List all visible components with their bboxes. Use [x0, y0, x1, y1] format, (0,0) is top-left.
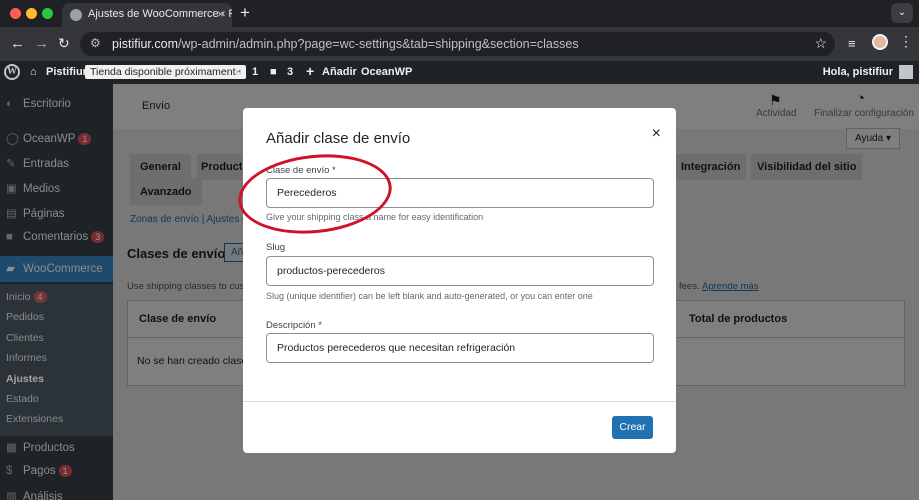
- sidebar-item-comentarios[interactable]: ■ Comentarios 3: [6, 231, 105, 243]
- comments-badge: 3: [91, 231, 105, 243]
- tab-title: Ajustes de WooCommerce ‹ P: [88, 8, 232, 20]
- create-button[interactable]: Crear: [612, 416, 653, 439]
- profile-avatar[interactable]: [872, 34, 888, 50]
- maximize-window-button[interactable]: [42, 8, 53, 19]
- submenu-inicio[interactable]: Inicio 4: [6, 291, 47, 303]
- chart-icon: ▥: [6, 491, 17, 500]
- dashboard-icon: ◐: [6, 98, 13, 110]
- site-info-icon[interactable]: ⚙: [90, 36, 101, 50]
- slug-help-text: Slug (unique identifier) can be left bla…: [266, 291, 593, 301]
- sidebar-item-oceanwp[interactable]: ◯ OceanWP 1: [6, 131, 92, 145]
- sidebar-item-analisis[interactable]: ▥ Análisis: [6, 489, 63, 500]
- url-path: /wp-admin/admin.php?page=wc-settings&tab…: [178, 37, 579, 51]
- oceanwp-link[interactable]: OceanWP: [361, 66, 412, 78]
- browser-tab-bar: Ajustes de WooCommerce ‹ P × + ⌄: [0, 0, 919, 27]
- description-label: Descripción *: [266, 320, 322, 331]
- comment-icon: ■: [6, 231, 13, 243]
- description-input[interactable]: Productos perecederos que necesitan refr…: [266, 333, 654, 363]
- submenu-ajustes[interactable]: Ajustes: [6, 373, 44, 385]
- oceanwp-badge: 1: [78, 133, 92, 145]
- modal-footer-divider: [243, 401, 676, 402]
- submenu-extensiones[interactable]: Extensiones: [6, 413, 63, 425]
- sidebar-item-escritorio[interactable]: ◐ Escritorio: [6, 98, 71, 110]
- modal-title: Añadir clase de envío: [266, 130, 411, 147]
- address-bar[interactable]: ⚙ pistifiur.com/wp-admin/admin.php?page=…: [80, 32, 835, 56]
- home-icon: ⌂: [30, 66, 37, 78]
- sidebar-item-productos[interactable]: ▦ Productos: [6, 440, 75, 454]
- submenu-pedidos[interactable]: Pedidos: [6, 311, 44, 323]
- url-host: pistifiur.com: [112, 37, 178, 51]
- add-new-link[interactable]: Añadir: [322, 66, 357, 78]
- slug-input[interactable]: productos-perecederos: [266, 256, 654, 286]
- sidebar-item-pagos[interactable]: $ Pagos 1: [6, 465, 72, 477]
- tab-search-icon[interactable]: ⌄: [891, 3, 913, 23]
- minimize-window-button[interactable]: [26, 8, 37, 19]
- sidebar-item-entradas[interactable]: ✎ Entradas: [6, 156, 69, 170]
- tab-close-icon[interactable]: ×: [217, 7, 224, 21]
- submenu-clientes[interactable]: Clientes: [6, 332, 44, 344]
- back-arrow-icon[interactable]: ←: [10, 35, 25, 52]
- media-icon: ▣: [6, 183, 17, 195]
- close-icon[interactable]: ×: [652, 125, 661, 143]
- sidebar-item-medios[interactable]: ▣ Medios: [6, 181, 60, 195]
- account-greeting[interactable]: Hola, pistifiur: [823, 66, 893, 78]
- slug-label: Slug: [266, 242, 286, 253]
- sidebar-item-paginas[interactable]: ▤ Páginas: [6, 206, 65, 220]
- site-name-link[interactable]: Pistifiur: [46, 66, 87, 78]
- reload-icon[interactable]: ↻: [58, 35, 70, 52]
- payment-icon: $: [6, 465, 13, 477]
- oceanwp-icon: ◯: [6, 133, 19, 145]
- new-tab-button[interactable]: +: [240, 3, 250, 23]
- submenu-informes[interactable]: Informes: [6, 352, 47, 364]
- forward-arrow-icon[interactable]: →: [34, 35, 49, 52]
- media-controls-icon[interactable]: ≡: [848, 36, 856, 51]
- updates-icon[interactable]: ⟳: [236, 66, 245, 79]
- bookmark-star-icon[interactable]: ☆: [814, 35, 827, 52]
- submenu-estado[interactable]: Estado: [6, 393, 39, 405]
- plus-icon[interactable]: +: [306, 63, 314, 79]
- browser-toolbar: ← → ↻ ⚙ pistifiur.com/wp-admin/admin.php…: [0, 27, 919, 61]
- pagos-badge: 1: [58, 465, 72, 477]
- updates-count[interactable]: 1: [252, 66, 258, 78]
- close-window-button[interactable]: [10, 8, 21, 19]
- comments-count[interactable]: 3: [287, 66, 293, 78]
- woocommerce-icon: ▰: [6, 263, 15, 275]
- archive-icon: ▦: [6, 442, 17, 454]
- wordpress-favicon-icon: [70, 9, 82, 21]
- user-avatar[interactable]: [899, 65, 913, 79]
- pin-icon: ✎: [6, 158, 16, 170]
- browser-tab[interactable]: Ajustes de WooCommerce ‹ P ×: [62, 3, 232, 27]
- page-icon: ▤: [6, 208, 17, 220]
- inicio-badge: 4: [33, 291, 47, 303]
- wordpress-logo-icon[interactable]: W: [4, 64, 20, 80]
- wp-admin-bar: W ⌂ Pistifiur Tienda disponible próximam…: [0, 61, 919, 84]
- coming-soon-badge[interactable]: Tienda disponible próximamente: [85, 65, 247, 79]
- browser-menu-icon[interactable]: ⋮: [899, 33, 913, 50]
- sidebar-item-woocommerce[interactable]: ▰ WooCommerce: [0, 256, 113, 282]
- comments-icon[interactable]: ■: [270, 66, 277, 78]
